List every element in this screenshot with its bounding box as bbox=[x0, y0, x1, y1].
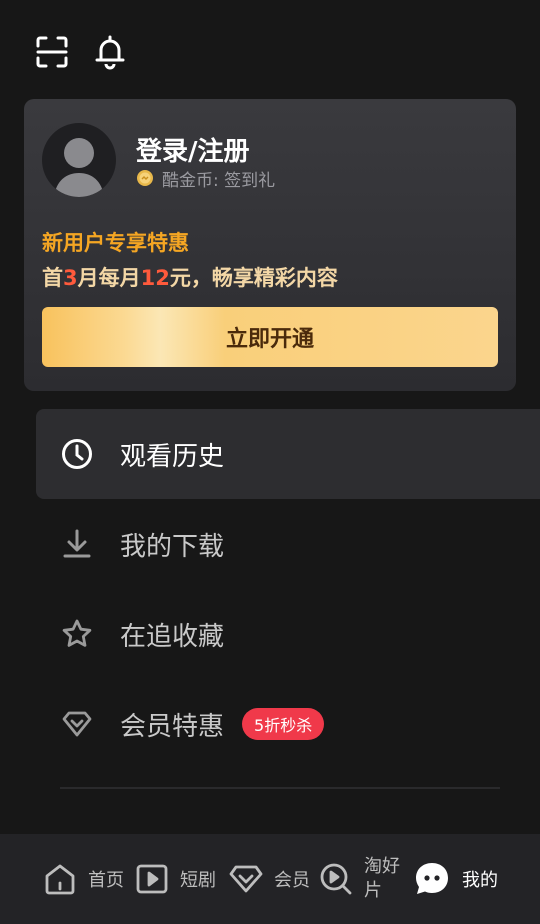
promo-price: 12 bbox=[140, 266, 170, 290]
scan-icon[interactable] bbox=[34, 34, 70, 70]
diamond-icon bbox=[60, 707, 94, 741]
coin-icon bbox=[136, 169, 154, 187]
clock-icon bbox=[60, 437, 94, 471]
divider bbox=[60, 787, 500, 789]
menu-item-vip-deals[interactable]: 会员特惠 5折秒杀 bbox=[36, 679, 540, 769]
promo-text-part3: 元，畅享精彩内容 bbox=[169, 266, 338, 290]
coin-text: 酷金币: 签到礼 bbox=[162, 170, 276, 191]
menu-item-favorites[interactable]: 在追收藏 bbox=[36, 589, 540, 679]
nav-item-home[interactable]: 首页 bbox=[42, 834, 124, 924]
home-icon bbox=[42, 861, 78, 897]
nav-label-mine: 我的 bbox=[462, 870, 498, 891]
nav-item-mine[interactable]: 我的 bbox=[412, 834, 498, 924]
nav-item-shorts[interactable]: 短剧 bbox=[134, 834, 216, 924]
vip-diamond-icon bbox=[228, 861, 264, 897]
menu-item-history[interactable]: 观看历史 bbox=[36, 409, 540, 499]
nav-label-discover: 淘好片 bbox=[364, 856, 400, 901]
menu-item-downloads[interactable]: 我的下载 bbox=[36, 499, 540, 589]
member-card: 登录/注册 酷金币: 签到礼 新用户专享特惠 首3月每月12元，畅享精彩内容 立… bbox=[24, 99, 516, 391]
nav-item-vip[interactable]: 会员 bbox=[228, 834, 310, 924]
nav-label-shorts: 短剧 bbox=[180, 870, 216, 891]
nav-item-discover[interactable]: 淘好片 bbox=[318, 834, 404, 924]
flash-sale-badge: 5折秒杀 bbox=[242, 708, 325, 740]
promo-title: 新用户专享特惠 bbox=[42, 231, 189, 255]
open-membership-button[interactable]: 立即开通 bbox=[42, 307, 498, 367]
bell-icon[interactable] bbox=[92, 34, 128, 70]
star-icon bbox=[60, 617, 94, 651]
profile-face-icon bbox=[412, 859, 452, 899]
nav-label-home: 首页 bbox=[88, 870, 124, 891]
play-icon bbox=[134, 861, 170, 897]
promo-subtitle: 首3月每月12元，畅享精彩内容 bbox=[42, 262, 338, 292]
top-bar bbox=[0, 0, 540, 100]
coin-row[interactable]: 酷金币: 签到礼 bbox=[136, 167, 276, 191]
avatar[interactable] bbox=[42, 123, 116, 197]
promo-text-part1: 首 bbox=[42, 266, 63, 290]
menu-label-downloads: 我的下载 bbox=[120, 531, 225, 562]
nav-label-vip: 会员 bbox=[274, 870, 310, 891]
menu-label-vip-deals: 会员特惠 bbox=[120, 711, 225, 742]
menu-label-favorites: 在追收藏 bbox=[120, 621, 225, 652]
download-icon bbox=[60, 527, 94, 561]
search-play-icon bbox=[318, 861, 354, 897]
menu-list: 观看历史 我的下载 在追收藏 会员特惠 5折秒杀 bbox=[36, 409, 540, 769]
promo-text-part2: 月每月 bbox=[77, 266, 141, 290]
menu-label-history: 观看历史 bbox=[120, 441, 225, 472]
bottom-nav: 首页 短剧 会员 淘好片 我的 bbox=[0, 834, 540, 924]
login-register-link[interactable]: 登录/注册 bbox=[136, 131, 250, 168]
promo-months: 3 bbox=[63, 266, 78, 290]
